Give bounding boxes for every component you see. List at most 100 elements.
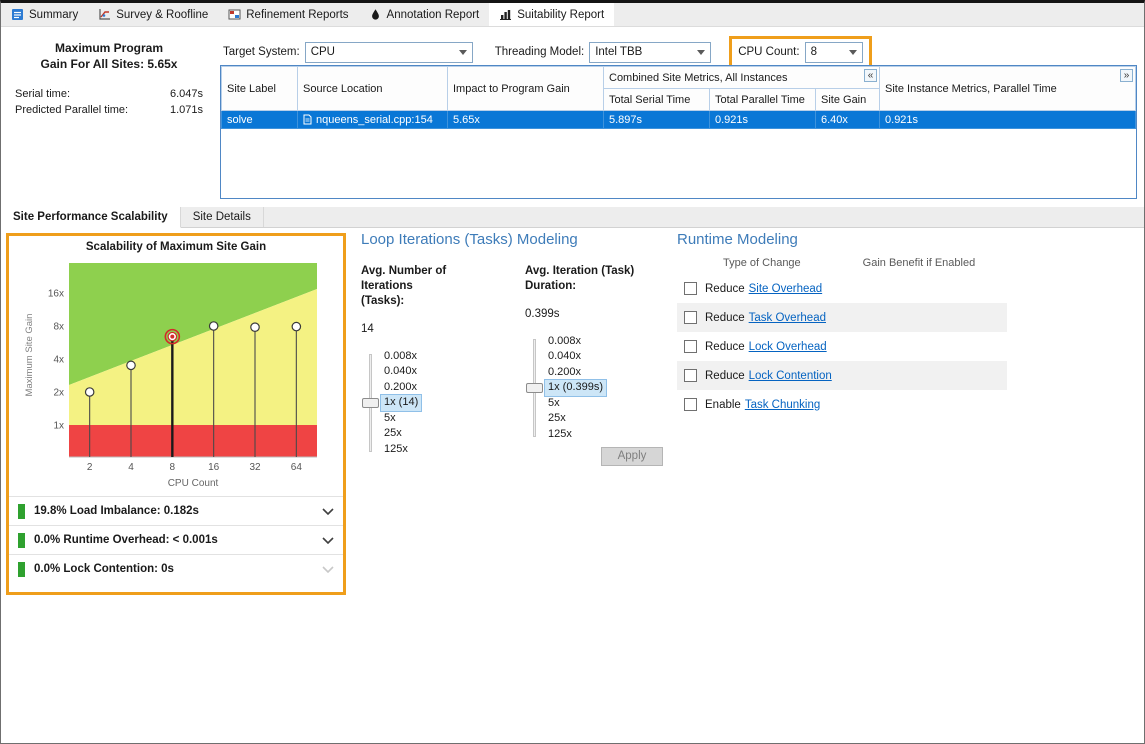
chart-y-axis-label: Maximum Site Gain <box>24 280 36 430</box>
chart-point[interactable] <box>127 361 135 369</box>
svg-text:8: 8 <box>170 462 176 473</box>
svg-text:16x: 16x <box>48 289 64 300</box>
report-tabbar: Summary Survey & Roofline Refinement Rep… <box>1 3 1144 27</box>
scalability-chart-svg: 1x2x4x8x16x248163264 CPU Count <box>25 253 325 491</box>
loop-iterations-modeling-panel: Loop Iterations (Tasks) Modeling Avg. Nu… <box>361 231 667 481</box>
col-site-label: Site Label <box>222 67 298 111</box>
tab-site-details[interactable]: Site Details <box>181 207 264 227</box>
chart-point[interactable] <box>85 388 93 396</box>
tab-survey-roofline[interactable]: Survey & Roofline <box>88 3 218 26</box>
col-total-parallel-time: Total Parallel Time <box>710 89 816 111</box>
svg-text:1x: 1x <box>53 421 64 432</box>
tab-site-performance-scalability[interactable]: Site Performance Scalability <box>1 207 181 228</box>
site-overhead-link[interactable]: Site Overhead <box>749 283 823 295</box>
scalability-metrics-list: 19.8% Load Imbalance: 0.182s 0.0% Runtim… <box>9 496 343 583</box>
tab-annotation-report[interactable]: Annotation Report <box>359 3 490 26</box>
col-source-location: Source Location <box>298 67 448 111</box>
tab-refinement-reports[interactable]: Refinement Reports <box>218 3 358 26</box>
gain-benefit-header: Gain Benefit if Enabled <box>863 257 976 269</box>
checkbox-task-chunking[interactable] <box>684 398 697 411</box>
scalability-chart: Maximum Site Gain 1x2x4x8x16x248163264 C… <box>25 253 325 496</box>
task-overhead-link[interactable]: Task Overhead <box>749 312 826 324</box>
threading-model-dropdown[interactable]: Intel TBB <box>589 42 711 63</box>
view-tabbar: Site Performance Scalability Site Detail… <box>1 207 1144 228</box>
svg-text:4: 4 <box>128 462 134 473</box>
runtime-overhead-row[interactable]: 0.0% Runtime Overhead: < 0.001s <box>9 525 343 554</box>
chart-point[interactable] <box>292 322 300 330</box>
expand-columns-button[interactable]: » <box>1120 69 1133 82</box>
suitability-icon <box>499 8 512 21</box>
summary-icon <box>11 8 24 21</box>
load-imbalance-row[interactable]: 19.8% Load Imbalance: 0.182s <box>9 496 343 525</box>
chevron-down-icon[interactable] <box>322 508 334 515</box>
loop-modeling-heading: Loop Iterations (Tasks) Modeling <box>361 231 667 248</box>
chevron-down-icon <box>459 50 467 55</box>
table-row-solve[interactable]: solve nqueens_serial.cpp:154 5.65x 5. <box>222 111 1136 129</box>
chevron-down-icon <box>849 50 857 55</box>
sites-table: Site Label Source Location Impact to Pro… <box>220 65 1137 199</box>
runtime-row-task-overhead: Reduce Task Overhead <box>677 303 1007 332</box>
runtime-row-lock-overhead: Reduce Lock Overhead <box>677 332 1007 361</box>
collapse-columns-button[interactable]: « <box>864 69 877 82</box>
green-bar-icon <box>18 504 25 519</box>
runtime-modeling-heading: Runtime Modeling <box>677 231 1007 248</box>
iterations-slider-thumb[interactable] <box>362 398 379 408</box>
duration-label: Avg. Iteration (Task) Duration: <box>525 264 663 294</box>
checkbox-site-overhead[interactable] <box>684 282 697 295</box>
chart-point[interactable] <box>251 323 259 331</box>
lock-contention-row[interactable]: 0.0% Lock Contention: 0s <box>9 554 343 583</box>
svg-text:2x: 2x <box>53 388 64 399</box>
tab-suitability-report[interactable]: Suitability Report <box>489 3 614 26</box>
chevron-down-icon <box>697 50 705 55</box>
iterations-value: 14 <box>361 323 499 335</box>
duration-value: 0.399s <box>525 308 663 320</box>
chart-x-axis-label: CPU Count <box>168 478 219 489</box>
apply-button[interactable]: Apply <box>601 447 663 466</box>
iterations-slider: 0.008x 0.040x 0.200x 1x (14) 5x 25x 125x <box>361 349 499 458</box>
svg-text:4x: 4x <box>53 355 64 366</box>
lock-overhead-link[interactable]: Lock Overhead <box>749 341 827 353</box>
program-gain-summary: Maximum Program Gain For All Sites: 5.65… <box>1 41 217 116</box>
col-impact: Impact to Program Gain <box>448 67 604 111</box>
lock-contention-link[interactable]: Lock Contention <box>749 370 832 382</box>
iterations-column: Avg. Number of Iterations (Tasks): 14 0.… <box>361 264 499 457</box>
type-of-change-header: Type of Change <box>723 257 801 269</box>
program-gain-title: Maximum Program Gain For All Sites: 5.65… <box>1 41 217 72</box>
duration-slider-thumb[interactable] <box>526 383 543 393</box>
target-system-dropdown[interactable]: CPU <box>305 42 473 63</box>
suitability-report-window: Summary Survey & Roofline Refinement Rep… <box>0 0 1145 744</box>
green-bar-icon <box>18 562 25 577</box>
col-group-combined-metrics: Combined Site Metrics, All Instances « <box>604 67 880 89</box>
checkbox-lock-overhead[interactable] <box>684 340 697 353</box>
chevron-down-icon[interactable] <box>322 566 334 573</box>
green-bar-icon <box>18 533 25 548</box>
col-group-instance-metrics: Site Instance Metrics, Parallel Time » <box>880 67 1136 111</box>
task-chunking-link[interactable]: Task Chunking <box>745 399 820 411</box>
checkbox-task-overhead[interactable] <box>684 311 697 324</box>
modeling-controls: Target System: CPU Threading Model: Inte… <box>223 37 872 67</box>
selected-option: 1x (14) <box>381 395 421 411</box>
cpu-count-label: CPU Count: <box>738 46 799 58</box>
col-total-serial-time: Total Serial Time <box>604 89 710 111</box>
refinement-icon <box>228 8 241 21</box>
scalability-panel: Scalability of Maximum Site Gain Maximum… <box>6 233 346 595</box>
cpu-count-dropdown[interactable]: 8 <box>805 42 863 63</box>
svg-text:32: 32 <box>249 462 261 473</box>
runtime-row-lock-contention: Reduce Lock Contention <box>677 361 1007 390</box>
chevron-down-icon[interactable] <box>322 537 334 544</box>
col-site-gain: Site Gain <box>816 89 880 111</box>
chart-title: Scalability of Maximum Site Gain <box>9 241 343 253</box>
runtime-row-task-chunking: Enable Task Chunking <box>677 390 1007 419</box>
target-system-label: Target System: <box>223 46 300 58</box>
iterations-label: Avg. Number of Iterations (Tasks): <box>361 264 499 309</box>
svg-text:2: 2 <box>87 462 93 473</box>
survey-icon <box>98 8 111 21</box>
chart-region-red <box>69 425 317 457</box>
annotation-icon <box>369 8 382 21</box>
chart-point[interactable] <box>209 322 217 330</box>
cpu-count-highlight-box: CPU Count: 8 <box>729 36 871 69</box>
checkbox-lock-contention[interactable] <box>684 369 697 382</box>
duration-slider: 0.008x 0.040x 0.200x 1x (0.399s) 5x 25x … <box>525 334 663 443</box>
svg-text:8x: 8x <box>53 322 64 333</box>
tab-summary[interactable]: Summary <box>1 3 88 26</box>
